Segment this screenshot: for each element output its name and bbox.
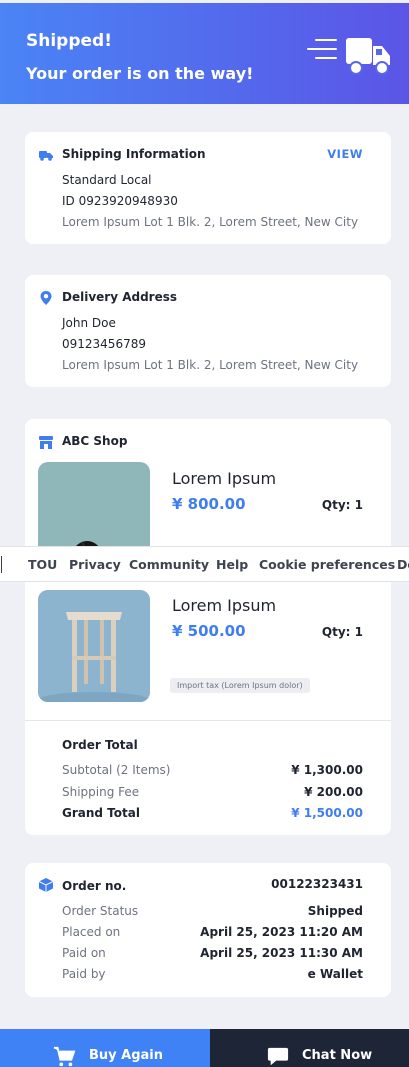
chat-now-label: Chat Now — [302, 1048, 373, 1063]
subtotal-row: Subtotal (2 Items) ¥ 1,300.00 — [62, 763, 363, 779]
product-image[interactable] — [38, 590, 150, 702]
order-number-title: Order no. — [62, 879, 127, 893]
footer-links-bar: TOU Privacy Community Help Cookie prefer… — [0, 546, 409, 582]
product-name: Lorem Ipsum — [172, 469, 277, 488]
product-name: Lorem Ipsum — [172, 596, 277, 615]
product-price: ¥ 800.00 — [172, 495, 246, 513]
view-shipping-link[interactable]: VIEW — [327, 147, 363, 161]
delivery-address-card: Delivery Address John Doe 09123456789 Lo… — [25, 275, 391, 387]
order-total-title: Order Total — [62, 738, 138, 752]
shipping-info-card: Shipping Information VIEW Standard Local… — [25, 132, 391, 244]
recipient-name: John Doe — [62, 316, 116, 330]
order-details-page: Shipped! Your order is on the way! Shipp… — [0, 0, 409, 1067]
shipping-fee-label: Shipping Fee — [62, 785, 140, 799]
placed-on-value: April 25, 2023 11:20 AM — [200, 925, 363, 939]
shipping-address: Lorem Ipsum Lot 1 Blk. 2, Lorem Street, … — [62, 215, 359, 229]
product-price: ¥ 500.00 — [172, 622, 246, 640]
paid-by-value: e Wallet — [307, 967, 363, 981]
paid-on-value: April 25, 2023 11:30 AM — [200, 946, 363, 960]
tracking-id: ID 0923920948930 — [62, 194, 178, 208]
divider — [1, 556, 2, 573]
delivery-address-title: Delivery Address — [62, 290, 178, 304]
grand-total-value: ¥ 1,500.00 — [291, 806, 363, 820]
link-do-not-sell[interactable]: Do — [397, 557, 409, 572]
paid-on-label: Paid on — [62, 946, 106, 960]
status-title: Shipped! — [26, 31, 112, 51]
order-status-label: Order Status — [62, 904, 139, 918]
grand-total-row: Grand Total ¥ 1,500.00 — [62, 806, 363, 822]
box-icon — [38, 878, 54, 892]
truck-icon — [346, 38, 390, 75]
product-qty: Qty: 1 — [321, 625, 363, 639]
order-status-value: Shipped — [307, 904, 363, 918]
divider — [25, 720, 391, 721]
shipping-fee-row: Shipping Fee ¥ 200.00 — [62, 785, 363, 801]
shipping-info-title: Shipping Information — [62, 147, 206, 161]
placed-on-label: Placed on — [62, 925, 121, 939]
shipping-method: Standard Local — [62, 173, 152, 187]
shipping-fee-value: ¥ 200.00 — [304, 785, 363, 799]
shop-card: ABC Shop Lorem Ipsum ¥ 800.00 Qty: 1 Lor… — [25, 419, 391, 835]
import-tax-badge: Import tax (Lorem Ipsum dolor) — [170, 678, 310, 693]
chat-now-button[interactable]: Chat Now — [210, 1029, 409, 1067]
status-header: Shipped! Your order is on the way! — [0, 3, 409, 104]
product-qty: Qty: 1 — [321, 498, 363, 512]
location-pin-icon — [40, 291, 52, 305]
order-info-card: Order no. 00122323431 Order Status Shipp… — [25, 863, 391, 997]
paid-on-row: Paid on April 25, 2023 11:30 AM — [62, 946, 363, 962]
chat-bubble-icon — [267, 1047, 289, 1066]
truck-icon — [39, 151, 53, 161]
order-number-value: 00122323431 — [271, 877, 363, 891]
menu-lines-icon[interactable] — [307, 39, 337, 65]
buy-again-label: Buy Again — [89, 1048, 164, 1063]
paid-by-label: Paid by — [62, 967, 106, 981]
link-cookie-preferences[interactable]: Cookie preferences — [259, 557, 395, 572]
link-privacy[interactable]: Privacy — [69, 557, 121, 572]
subtotal-value: ¥ 1,300.00 — [291, 763, 363, 777]
placed-on-row: Placed on April 25, 2023 11:20 AM — [62, 925, 363, 941]
store-icon — [39, 436, 53, 449]
link-help[interactable]: Help — [216, 557, 248, 572]
recipient-phone: 09123456789 — [62, 337, 146, 351]
wooden-stool-image — [38, 590, 150, 702]
link-community[interactable]: Community — [129, 557, 209, 572]
grand-total-label: Grand Total — [62, 806, 140, 820]
subtotal-label: Subtotal (2 Items) — [62, 763, 171, 777]
link-tou[interactable]: TOU — [28, 557, 57, 572]
paid-by-row: Paid by e Wallet — [62, 967, 363, 983]
shop-name: ABC Shop — [62, 434, 128, 448]
delivery-address: Lorem Ipsum Lot 1 Blk. 2, Lorem Street, … — [62, 358, 359, 372]
cart-icon — [53, 1046, 76, 1067]
status-subtitle: Your order is on the way! — [26, 64, 254, 83]
order-status-row: Order Status Shipped — [62, 904, 363, 920]
buy-again-button[interactable]: Buy Again — [0, 1029, 210, 1067]
